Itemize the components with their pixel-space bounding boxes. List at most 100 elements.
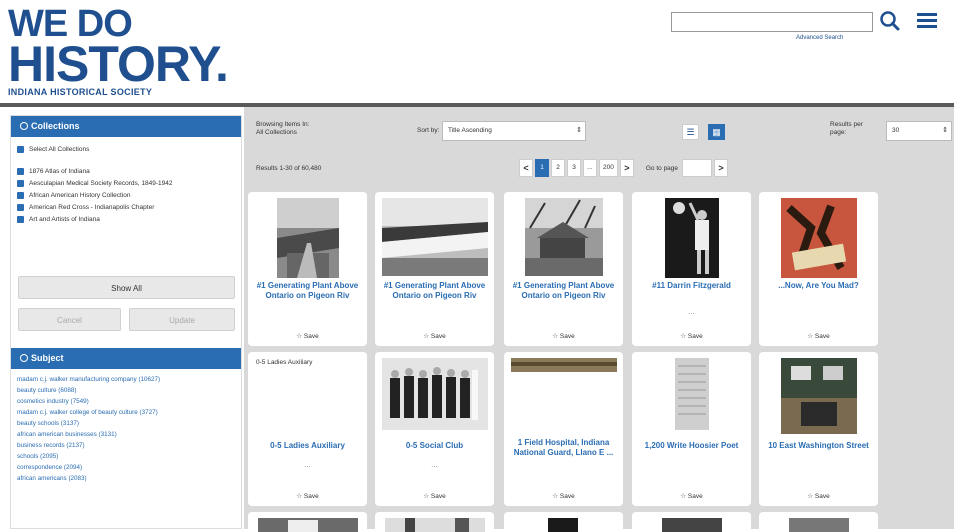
subject-link[interactable]: cosmetics industry (7549) — [17, 398, 235, 406]
checkbox-icon[interactable] — [17, 204, 24, 211]
save-button[interactable]: ☆ Save — [504, 492, 623, 500]
item-thumbnail[interactable] — [780, 198, 857, 278]
item-thumbnail[interactable] — [381, 358, 488, 430]
logo[interactable]: WE DO HISTORY. INDIANA HISTORICAL SOCIET… — [8, 5, 229, 97]
collection-label: American Red Cross - Indianapolis Chapte… — [29, 204, 155, 211]
card-title[interactable]: #11 Darrin Fitzgerald — [636, 281, 747, 291]
search-input[interactable] — [671, 12, 873, 32]
results-per-page-select[interactable]: 30 ⇕ — [886, 121, 952, 141]
collection-item[interactable]: 1876 Atlas of Indiana — [17, 168, 235, 176]
collection-item[interactable]: Art and Artists of Indiana — [17, 216, 235, 224]
hamburger-menu-icon[interactable] — [917, 13, 937, 29]
save-button[interactable]: ☆ Save — [375, 332, 494, 340]
select-all-collections[interactable]: Select All Collections — [17, 146, 235, 154]
result-card[interactable]: 10 East Washington Street ☆ Save — [759, 352, 878, 506]
card-title[interactable]: 0-5 Social Club — [379, 441, 490, 451]
card-title[interactable]: ...Now, Are You Mad? — [763, 281, 874, 291]
item-thumbnail[interactable] — [548, 518, 578, 532]
result-card-partial[interactable] — [375, 512, 494, 532]
card-title[interactable]: 10 East Washington Street — [763, 441, 874, 451]
browsing-line1: Browsing Items In: — [256, 121, 310, 128]
checkbox-icon[interactable] — [17, 168, 24, 175]
collection-item[interactable]: African American History Collection — [17, 192, 235, 200]
item-thumbnail[interactable] — [662, 518, 722, 532]
item-thumbnail[interactable] — [524, 198, 603, 276]
subject-header[interactable]: Subject — [11, 348, 241, 369]
item-thumbnail[interactable] — [381, 198, 488, 276]
result-card-partial[interactable] — [759, 512, 878, 532]
logo-line2: HISTORY. — [8, 36, 229, 92]
goto-page-input[interactable] — [682, 159, 713, 177]
item-thumbnail[interactable] — [789, 518, 849, 532]
checkbox-icon[interactable] — [17, 146, 24, 153]
collection-item[interactable]: Aesculapian Medical Society Records, 184… — [17, 180, 235, 188]
prev-page-button[interactable]: < — [519, 159, 533, 177]
goto-page-button[interactable]: > — [714, 159, 729, 177]
subject-link[interactable]: beauty schools (3137) — [17, 420, 235, 428]
more-dots: ... — [431, 460, 438, 469]
next-page-button[interactable]: > — [619, 159, 634, 177]
save-button[interactable]: ☆ Save — [759, 492, 878, 500]
card-title[interactable]: #1 Generating Plant Above Ontario on Pig… — [508, 281, 619, 300]
result-card[interactable]: 1 Field Hospital, Indiana National Guard… — [504, 352, 623, 506]
show-all-button[interactable]: Show All — [18, 276, 235, 299]
card-title[interactable]: 1 Field Hospital, Indiana National Guard… — [508, 438, 619, 457]
select-arrows-icon: ⇕ — [942, 127, 948, 134]
result-card[interactable]: 1,200 Write Hoosier Poet ☆ Save — [632, 352, 751, 506]
card-title[interactable]: #1 Generating Plant Above Ontario on Pig… — [252, 281, 363, 300]
item-thumbnail[interactable] — [664, 198, 719, 278]
item-thumbnail[interactable] — [258, 518, 358, 532]
advanced-search-link[interactable]: Advanced Search — [796, 35, 843, 41]
result-card[interactable]: 0-5 Ladies Auxiliary 0-5 Ladies Auxiliar… — [248, 352, 367, 506]
subject-link[interactable]: schools (2095) — [17, 453, 235, 461]
collections-header[interactable]: Collections — [11, 116, 241, 137]
result-card[interactable]: #1 Generating Plant Above Ontario on Pig… — [375, 192, 494, 346]
search-icon[interactable] — [879, 10, 901, 32]
result-card[interactable]: 0-5 Social Club ... ☆ Save — [375, 352, 494, 506]
grid-view-icon[interactable]: ▦ — [708, 124, 725, 140]
result-card[interactable]: #1 Generating Plant Above Ontario on Pig… — [504, 192, 623, 346]
collection-item[interactable]: American Red Cross - Indianapolis Chapte… — [17, 204, 235, 212]
checkbox-icon[interactable] — [17, 216, 24, 223]
result-card-partial[interactable] — [248, 512, 367, 532]
subject-link[interactable]: business records (2137) — [17, 442, 235, 450]
results-count: Results 1-30 of 60,480 — [256, 165, 322, 172]
sort-select[interactable]: Title Ascending ⇕ — [442, 121, 586, 141]
save-button[interactable]: ☆ Save — [248, 492, 367, 500]
checkbox-icon[interactable] — [17, 192, 24, 199]
save-button[interactable]: ☆ Save — [632, 492, 751, 500]
save-button[interactable]: ☆ Save — [248, 332, 367, 340]
subject-link[interactable]: madam c.j. walker college of beauty cult… — [17, 409, 235, 417]
item-thumbnail[interactable] — [674, 358, 709, 430]
subject-link[interactable]: african american businesses (3131) — [17, 431, 235, 439]
update-button[interactable]: Update — [129, 308, 235, 331]
subject-link[interactable]: african americans (2083) — [17, 475, 235, 483]
save-button[interactable]: ☆ Save — [504, 332, 623, 340]
save-button[interactable]: ☆ Save — [632, 332, 751, 340]
page-button[interactable]: 2 — [551, 159, 565, 177]
item-thumbnail[interactable] — [510, 358, 617, 372]
page-button[interactable]: 1 — [535, 159, 549, 177]
result-card[interactable]: ...Now, Are You Mad? ☆ Save — [759, 192, 878, 346]
item-thumbnail[interactable] — [385, 518, 485, 532]
result-card[interactable]: #1 Generating Plant Above Ontario on Pig… — [248, 192, 367, 346]
item-thumbnail[interactable] — [780, 358, 857, 434]
page-button[interactable]: 3 — [567, 159, 581, 177]
result-card-partial[interactable] — [504, 512, 623, 532]
save-button[interactable]: ☆ Save — [759, 332, 878, 340]
save-button[interactable]: ☆ Save — [375, 492, 494, 500]
result-card-partial[interactable] — [632, 512, 751, 532]
cancel-button[interactable]: Cancel — [18, 308, 121, 331]
select-arrows-icon: ⇕ — [576, 127, 582, 134]
card-title[interactable]: 1,200 Write Hoosier Poet — [636, 441, 747, 451]
list-view-icon[interactable]: ☰ — [682, 124, 699, 140]
card-title[interactable]: 0-5 Ladies Auxiliary — [252, 441, 363, 451]
subject-link[interactable]: madam c.j. walker manufacturing company … — [17, 376, 235, 384]
card-title[interactable]: #1 Generating Plant Above Ontario on Pig… — [379, 281, 490, 300]
item-thumbnail[interactable] — [276, 198, 339, 278]
result-card[interactable]: #11 Darrin Fitzgerald ... ☆ Save — [632, 192, 751, 346]
subject-link[interactable]: correspondence (2094) — [17, 464, 235, 472]
subject-link[interactable]: beauty culture (6088) — [17, 387, 235, 395]
page-button[interactable]: 200 — [599, 159, 618, 177]
checkbox-icon[interactable] — [17, 180, 24, 187]
